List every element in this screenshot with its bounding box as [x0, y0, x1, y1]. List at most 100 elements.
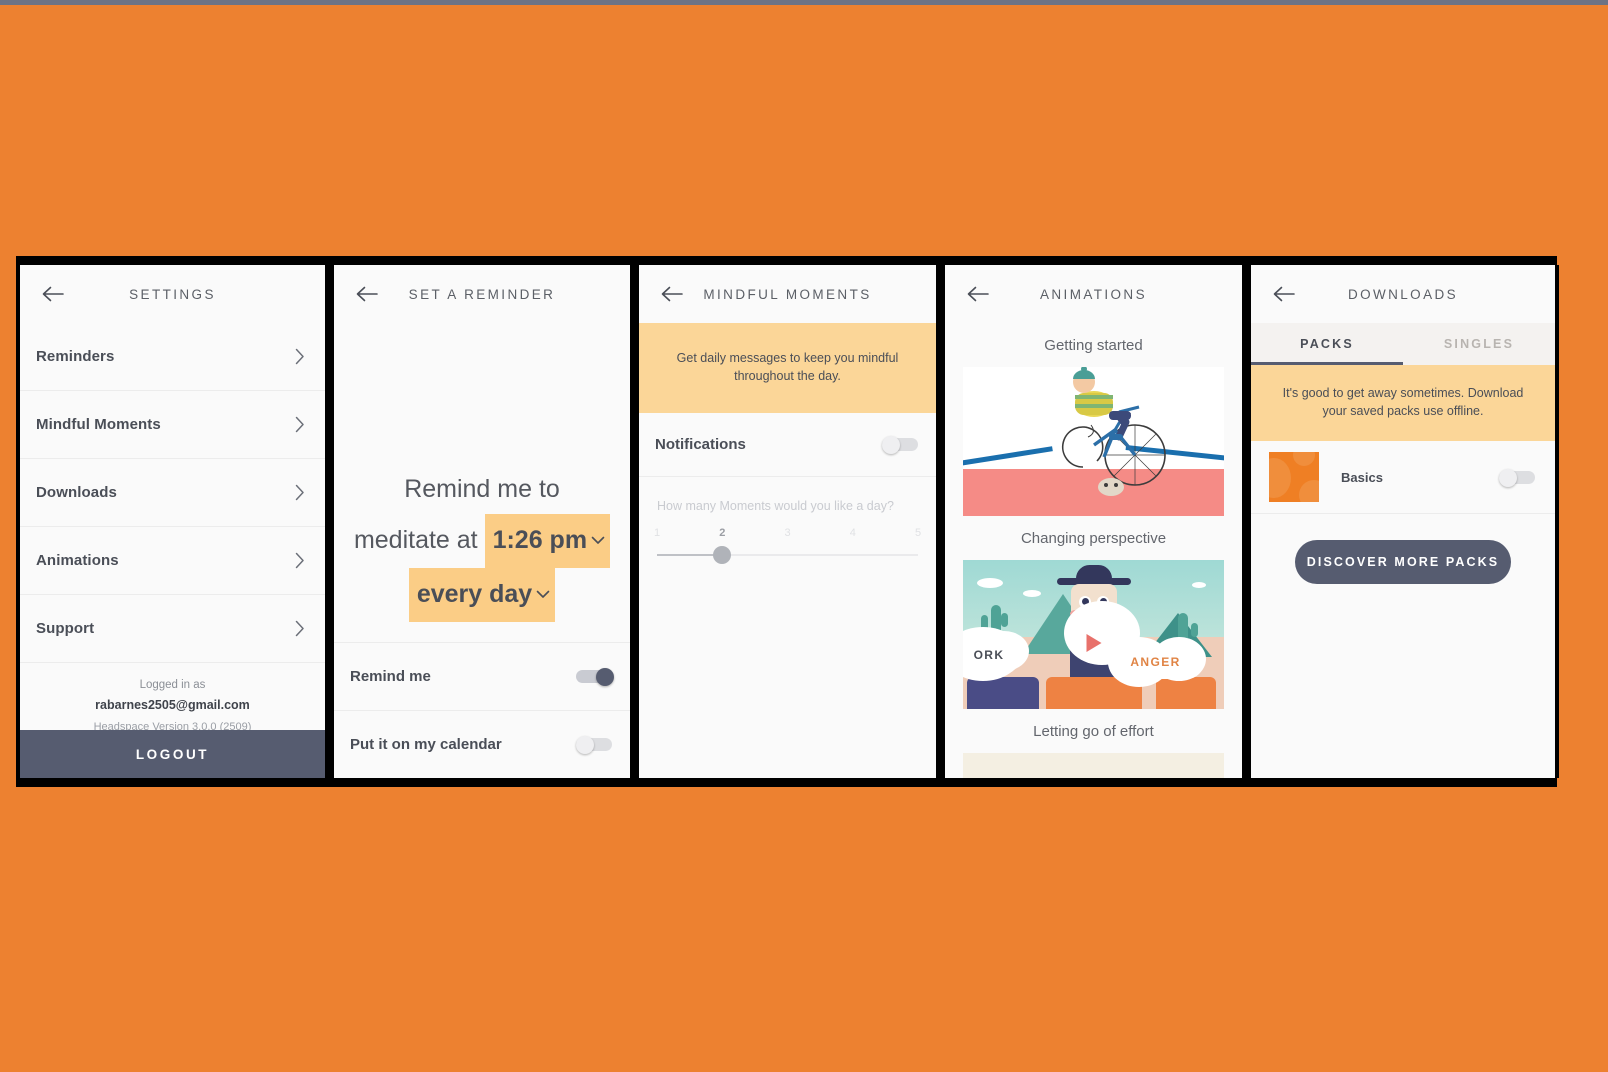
word-cloud-anger: ANGER [1107, 645, 1204, 679]
slider-question: How many Moments would you like a day? [657, 499, 894, 513]
chevron-down-icon [536, 590, 550, 599]
illustration-cactus-arm [1191, 623, 1198, 637]
sidebar-item-support[interactable]: Support [20, 595, 325, 663]
account-email: rabarnes2505@gmail.com [95, 698, 250, 712]
animations-scroll-area[interactable]: Getting started Changing perspective ORK… [945, 323, 1242, 778]
word-cloud-work: ORK [963, 635, 1021, 675]
frequency-value: every day [416, 580, 533, 608]
frequency-dropdown[interactable]: every day [408, 568, 556, 622]
panel-divider [1242, 265, 1251, 778]
settings-item-label: Reminders [36, 348, 115, 365]
settings-list: Reminders Mindful Moments Downloads Anim… [20, 323, 325, 663]
animations-header: ANIMATIONS [945, 265, 1242, 323]
sidebar-item-downloads[interactable]: Downloads [20, 459, 325, 527]
chevron-right-icon [293, 347, 307, 367]
calendar-label: Put it on my calendar [350, 736, 502, 753]
illustration-cloud [1023, 590, 1041, 597]
animation-card-title: Letting go of effort [945, 709, 1242, 753]
toggle-knob [1499, 468, 1517, 487]
slider-tick-4: 4 [849, 527, 856, 539]
notifications-toggle[interactable] [882, 436, 920, 454]
downloads-header: DOWNLOADS [1251, 265, 1555, 323]
tab-active-indicator [1251, 361, 1403, 365]
back-arrow-icon[interactable] [40, 281, 66, 307]
time-dropdown[interactable]: 1:26 pm [484, 514, 611, 568]
slider-tick-labels: 1 2 3 4 5 [653, 527, 922, 541]
play-icon[interactable] [1086, 634, 1101, 652]
downloads-banner: It's good to get away sometimes. Downloa… [1251, 365, 1555, 441]
calendar-row: Put it on my calendar [334, 710, 630, 778]
top-status-strip [0, 0, 1608, 5]
reminder-line2-prefix: meditate at [353, 526, 478, 554]
slider-tick-3: 3 [784, 527, 791, 539]
settings-item-label: Animations [36, 552, 119, 569]
logged-in-as-label: Logged in as [139, 679, 206, 691]
panel-animations: ANIMATIONS Getting started Changing pers… [945, 265, 1242, 778]
moments-slider[interactable] [657, 545, 918, 565]
pack-name: Basics [1341, 469, 1383, 485]
frame-right-edge [1555, 265, 1559, 778]
settings-header: SETTINGS [20, 265, 325, 323]
panel-divider [936, 265, 945, 778]
downloads-tabs: PACKS SINGLES [1251, 323, 1555, 365]
pack-download-toggle[interactable] [1499, 468, 1537, 487]
remind-me-label: Remind me [350, 668, 431, 685]
animation-card-getting-started[interactable] [963, 367, 1224, 516]
discover-more-packs-button[interactable]: DISCOVER MORE PACKS [1295, 540, 1511, 584]
notifications-row: Notifications [639, 413, 936, 477]
reminder-sentence: Remind me to meditate at 1:26 pm every d… [334, 465, 630, 622]
illustration-cart-right [1156, 677, 1216, 709]
sidebar-item-reminders[interactable]: Reminders [20, 323, 325, 391]
toggle-knob [576, 736, 594, 754]
settings-item-label: Downloads [36, 484, 117, 501]
notifications-label: Notifications [655, 436, 746, 453]
panel-mindful-moments: MINDFUL MOMENTS Get daily messages to ke… [639, 265, 936, 778]
logout-button[interactable]: LOGOUT [20, 730, 325, 778]
panel-divider [325, 265, 334, 778]
reminder-body: Remind me to meditate at 1:26 pm every d… [334, 323, 630, 778]
back-arrow-icon[interactable] [965, 281, 991, 307]
tab-singles[interactable]: SINGLES [1403, 323, 1555, 365]
animation-card-title: Getting started [945, 323, 1242, 367]
toggle-knob [596, 668, 614, 686]
slider-tick-1: 1 [653, 527, 661, 539]
slider-tick-5: 5 [914, 527, 922, 539]
panel-divider [630, 265, 639, 778]
reminder-header: SET A REMINDER [334, 265, 630, 323]
remind-me-toggle[interactable] [576, 668, 614, 686]
panel-downloads: DOWNLOADS PACKS SINGLES It's good to get… [1251, 265, 1555, 778]
pack-thumbnail [1269, 452, 1319, 502]
chevron-right-icon [293, 415, 307, 435]
illustration-cloud [977, 578, 1003, 588]
chevron-right-icon [293, 483, 307, 503]
panel-set-a-reminder: SET A REMINDER Remind me to meditate at … [334, 265, 630, 778]
reminder-toggle-list: Remind me Put it on my calendar [334, 642, 630, 778]
sidebar-item-animations[interactable]: Animations [20, 527, 325, 595]
animation-card-changing-perspective[interactable]: ORK ANGER [963, 560, 1224, 709]
reminder-line1: Remind me to [404, 475, 560, 503]
tab-packs[interactable]: PACKS [1251, 323, 1403, 365]
cyclist-illustration [1061, 367, 1166, 496]
animation-card-letting-go[interactable] [963, 753, 1224, 778]
calendar-toggle[interactable] [576, 736, 614, 754]
slider-thumb[interactable] [713, 546, 732, 564]
time-value: 1:26 pm [492, 526, 588, 554]
back-arrow-icon[interactable] [659, 281, 685, 307]
sidebar-item-mindful-moments[interactable]: Mindful Moments [20, 391, 325, 459]
settings-item-label: Support [36, 620, 95, 637]
panel-settings: SETTINGS Reminders Mindful Moments Downl… [20, 265, 325, 778]
back-arrow-icon[interactable] [354, 281, 380, 307]
moments-slider-block: How many Moments would you like a day? 1… [639, 477, 936, 565]
back-arrow-icon[interactable] [1271, 281, 1297, 307]
animation-card-title: Changing perspective [945, 516, 1242, 560]
toggle-knob [882, 436, 900, 454]
settings-item-label: Mindful Moments [36, 416, 161, 433]
table-row[interactable]: Basics [1251, 441, 1555, 514]
mindful-header: MINDFUL MOMENTS [639, 265, 936, 323]
illustration-cart-left [967, 677, 1039, 709]
illustration-cloud [1192, 582, 1206, 588]
slider-tick-2: 2 [719, 527, 726, 539]
illustration-cactus-arm [1001, 613, 1008, 627]
remind-me-row: Remind me [334, 642, 630, 710]
chevron-right-icon [293, 551, 307, 571]
